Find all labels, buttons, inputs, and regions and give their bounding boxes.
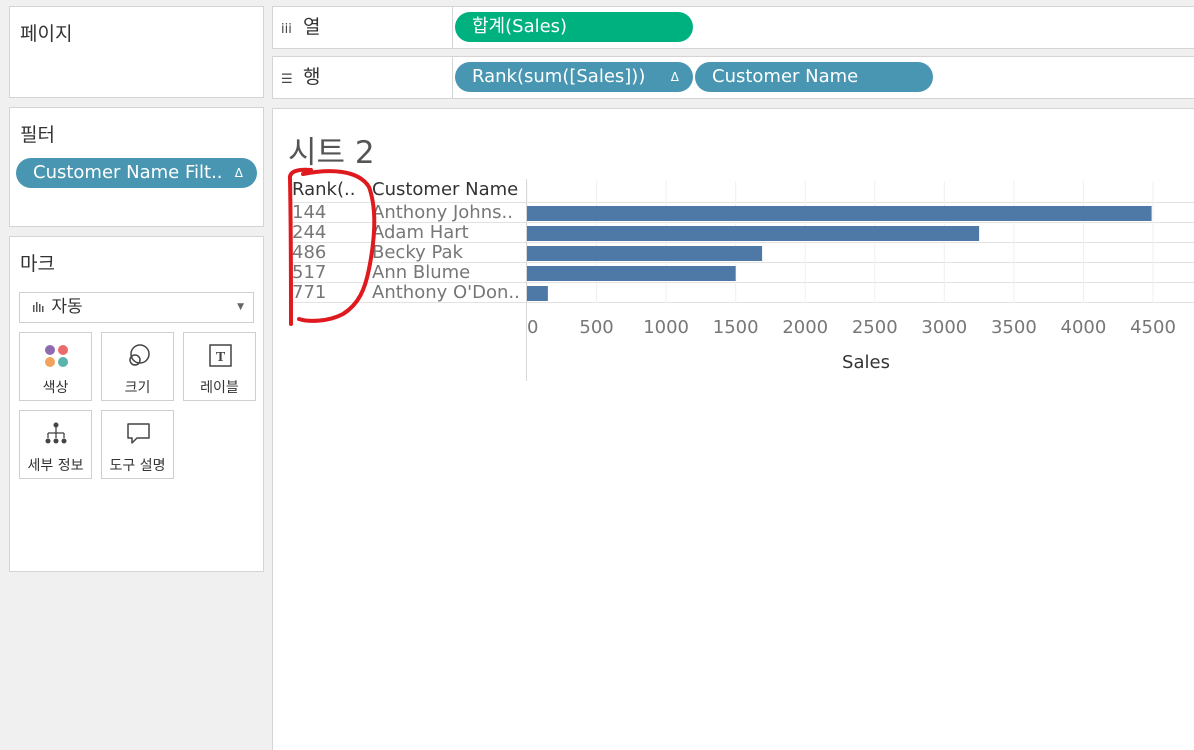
x-tick-label: 4500 <box>1130 317 1176 338</box>
rows-shelf-label: ☰ 행 <box>281 57 320 100</box>
rows-label-text: 행 <box>303 66 321 88</box>
bar <box>527 266 736 281</box>
label-button[interactable]: T 레이블 <box>183 332 256 401</box>
tooltip-button[interactable]: 도구 설명 <box>101 410 174 479</box>
color-button[interactable]: 색상 <box>19 332 92 401</box>
delta-icon: Δ <box>234 166 243 180</box>
bar-chart-icon <box>32 294 46 323</box>
speech-bubble-icon <box>102 421 173 447</box>
label-label: 레이블 <box>200 380 239 396</box>
hierarchy-icon <box>20 421 91 447</box>
filters-panel-title: 필터 <box>20 124 55 146</box>
filters-panel[interactable]: 필터 Customer Name Filt.. Δ <box>9 107 264 227</box>
customer-pill-label: Customer Name <box>712 66 859 87</box>
pages-panel[interactable]: 페이지 <box>9 6 264 98</box>
size-label: 크기 <box>124 380 151 396</box>
columns-icon: iii <box>281 22 292 37</box>
delta-icon: Δ <box>670 70 679 84</box>
x-tick-label: 3500 <box>991 317 1037 338</box>
x-tick-label: 1500 <box>713 317 759 338</box>
rows-shelf[interactable]: ☰ 행 Rank(sum([Sales])) Δ Customer Name <box>272 56 1194 99</box>
rank-pill-label: Rank(sum([Sales])) <box>472 66 646 87</box>
marks-panel-title: 마크 <box>20 253 55 275</box>
x-tick-label: 3000 <box>921 317 967 338</box>
tableau-workspace: 페이지 필터 Customer Name Filt.. Δ 마크 자동 ▼ 색상 <box>0 0 1194 750</box>
x-tick-label: 500 <box>579 317 613 338</box>
bar <box>527 206 1152 221</box>
size-circles-icon <box>102 343 173 369</box>
x-tick-label: 0 <box>527 317 538 338</box>
shelf-divider <box>452 57 453 98</box>
sales-bar-chart[interactable]: 0 500 1000 1500 2000 2500 3000 3500 4000 4500 Sale… <box>273 109 1194 409</box>
rank-sales-pill[interactable]: Rank(sum([Sales])) Δ <box>455 62 693 92</box>
customer-name-pill[interactable]: Customer Name <box>695 62 933 92</box>
x-tick-label: 4000 <box>1061 317 1107 338</box>
bar <box>527 226 980 241</box>
filter-pill-label: Customer Name Filt.. <box>33 162 223 183</box>
detail-label: 세부 정보 <box>27 458 84 474</box>
mark-type-value: 자동 <box>51 297 83 317</box>
customer-name-filter-pill[interactable]: Customer Name Filt.. Δ <box>16 158 257 188</box>
shelf-divider <box>452 7 453 48</box>
sum-sales-pill[interactable]: 합계(Sales) <box>455 12 693 42</box>
columns-shelf[interactable]: iii 열 합계(Sales) <box>272 6 1194 49</box>
sum-sales-pill-label: 합계(Sales) <box>472 16 568 37</box>
color-dots-icon <box>20 343 91 369</box>
pages-panel-title: 페이지 <box>20 23 73 45</box>
bar <box>527 286 548 301</box>
text-label-icon: T <box>184 343 255 369</box>
columns-label-text: 열 <box>303 16 321 38</box>
detail-button[interactable]: 세부 정보 <box>19 410 92 479</box>
x-tick-label: 2500 <box>852 317 898 338</box>
tooltip-label: 도구 설명 <box>109 458 166 474</box>
rows-icon: ☰ <box>281 72 293 87</box>
color-label: 색상 <box>42 380 69 396</box>
x-tick-label: 2000 <box>782 317 828 338</box>
mark-type-dropdown[interactable]: 자동 ▼ <box>19 292 254 323</box>
bar <box>527 246 763 261</box>
marks-panel[interactable]: 마크 자동 ▼ 색상 크기 T 레이블 세부 정보 도구 설명 <box>9 236 264 572</box>
columns-shelf-label: iii 열 <box>281 7 320 50</box>
x-tick-label: 1000 <box>643 317 689 338</box>
size-button[interactable]: 크기 <box>101 332 174 401</box>
svg-text:T: T <box>216 350 226 365</box>
chevron-down-icon: ▼ <box>237 302 244 312</box>
x-axis-title: Sales <box>842 352 890 373</box>
sheet-view[interactable]: 시트 2 Rank(.. Customer Name 144 Anthony Jo… <box>272 108 1194 750</box>
